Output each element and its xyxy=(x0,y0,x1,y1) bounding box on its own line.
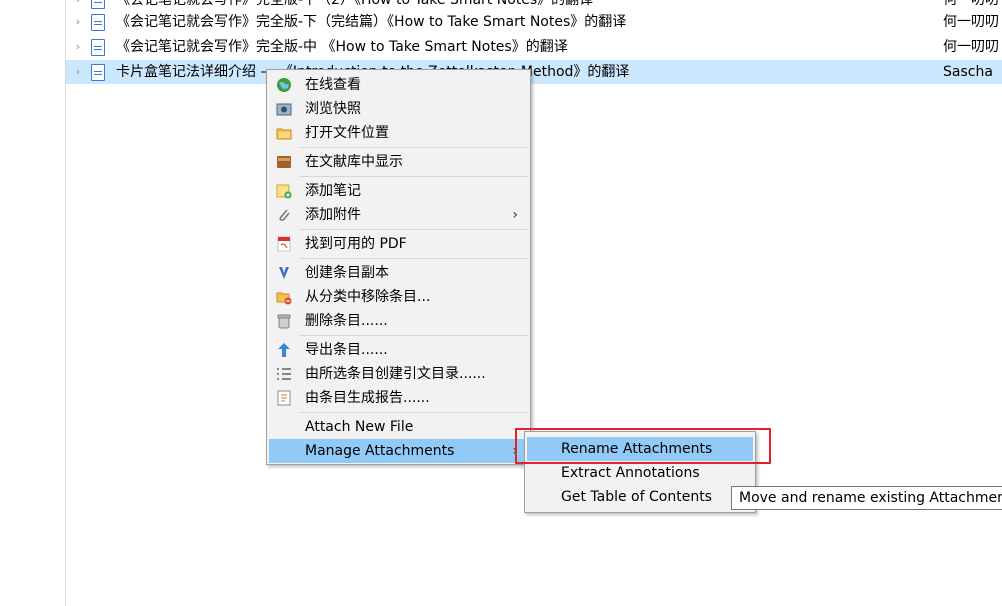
collections-pane[interactable] xyxy=(0,0,66,606)
menu-item-label: Attach New File xyxy=(305,419,414,435)
menu-item-view-online[interactable]: 在线查看 xyxy=(269,73,528,97)
menu-item-show-file[interactable]: 打开文件位置 xyxy=(269,121,528,145)
menu-item-export-item[interactable]: 导出条目...... xyxy=(269,338,528,362)
menu-item-label: 在线查看 xyxy=(305,77,361,93)
menu-item-create-bibliography[interactable]: 由所选条目创建引文目录...... xyxy=(269,362,528,386)
item-creator: Sascha xyxy=(943,64,993,80)
menu-item-extract-annotations[interactable]: Extract Annotations xyxy=(527,461,753,485)
document-icon xyxy=(91,14,105,31)
menu-item-label: Get Table of Contents xyxy=(561,489,712,505)
report-icon xyxy=(276,390,292,406)
document-icon xyxy=(91,64,105,81)
snapshot-icon xyxy=(276,101,292,117)
items-list[interactable]: › 《会记笔记就会写作》完全版-下（2）《How to Take Smart N… xyxy=(66,0,1002,606)
duplicate-icon xyxy=(276,265,292,281)
menu-item-add-attachment[interactable]: 添加附件 › xyxy=(269,203,528,227)
menu-item-label: 打开文件位置 xyxy=(305,125,389,141)
menu-item-duplicate-item[interactable]: 创建条目副本 xyxy=(269,261,528,285)
menu-item-label: 添加笔记 xyxy=(305,183,361,199)
menu-item-label: 添加附件 xyxy=(305,207,361,223)
list-icon xyxy=(276,366,292,382)
menu-separator xyxy=(299,229,528,230)
pdf-icon xyxy=(276,236,292,252)
chevron-right-icon[interactable]: › xyxy=(72,10,84,34)
folder-remove-icon xyxy=(276,289,292,305)
item-title: 《会记笔记就会写作》完全版-中 《How to Take Smart Notes… xyxy=(116,39,568,55)
menu-item-find-pdf[interactable]: 找到可用的 PDF xyxy=(269,232,528,256)
tooltip: Move and rename existing Attachments xyxy=(731,486,1002,510)
list-item[interactable]: › 《会记笔记就会写作》完全版-中 《How to Take Smart Not… xyxy=(66,35,1002,59)
item-creator: 何一叨叨 xyxy=(943,39,999,55)
item-creator: 何一叨叨 xyxy=(943,14,999,30)
menu-item-label: 创建条目副本 xyxy=(305,265,389,281)
chevron-right-icon[interactable]: › xyxy=(72,35,84,59)
list-item[interactable]: › 《会记笔记就会写作》完全版-下（完结篇）《How to Take Smart… xyxy=(66,10,1002,34)
menu-separator xyxy=(299,412,528,413)
export-arrow-icon xyxy=(276,342,292,358)
menu-item-attach-new-file[interactable]: Attach New File xyxy=(269,415,528,439)
library-icon xyxy=(276,154,292,170)
menu-item-add-note[interactable]: 添加笔记 xyxy=(269,179,528,203)
menu-item-label: 在文献库中显示 xyxy=(305,154,403,170)
highlight-annotation-box xyxy=(515,428,771,464)
document-icon xyxy=(91,0,105,9)
item-title: 《会记笔记就会写作》完全版-下（完结篇）《How to Take Smart N… xyxy=(116,14,627,30)
menu-item-label: 由所选条目创建引文目录...... xyxy=(305,366,486,382)
menu-separator xyxy=(299,176,528,177)
list-item-selected[interactable]: › 卡片盒笔记法详细介绍 — 《Introduction to the Zett… xyxy=(66,60,1002,84)
menu-item-label: Manage Attachments xyxy=(305,443,455,459)
menu-item-show-in-library[interactable]: 在文献库中显示 xyxy=(269,150,528,174)
folder-icon xyxy=(276,125,292,141)
menu-item-label: 导出条目...... xyxy=(305,342,388,358)
menu-item-label: 删除条目...... xyxy=(305,313,388,329)
menu-item-remove-from-collection[interactable]: 从分类中移除条目... xyxy=(269,285,528,309)
add-note-icon xyxy=(276,183,292,199)
menu-item-manage-attachments[interactable]: Manage Attachments › xyxy=(269,439,528,463)
chevron-right-icon[interactable]: › xyxy=(72,60,84,84)
paperclip-icon xyxy=(276,207,292,223)
menu-item-label: 从分类中移除条目... xyxy=(305,289,431,305)
menu-separator xyxy=(299,258,528,259)
menu-separator xyxy=(299,147,528,148)
menu-item-label: Extract Annotations xyxy=(561,465,700,481)
menu-item-label: 找到可用的 PDF xyxy=(305,236,407,252)
globe-icon xyxy=(276,77,292,93)
menu-item-generate-report[interactable]: 由条目生成报告...... xyxy=(269,386,528,410)
menu-item-view-snapshot[interactable]: 浏览快照 xyxy=(269,97,528,121)
document-icon xyxy=(91,39,105,56)
menu-separator xyxy=(299,335,528,336)
trash-icon xyxy=(276,313,292,329)
chevron-right-icon: › xyxy=(512,207,518,223)
item-context-menu: 在线查看 浏览快照 打开文件位置 在文献库中显示 添加笔记 添加附件 › 找到可… xyxy=(266,69,531,465)
menu-item-get-toc[interactable]: Get Table of Contents xyxy=(527,485,753,509)
menu-item-delete-item[interactable]: 删除条目...... xyxy=(269,309,528,333)
menu-item-label: 由条目生成报告...... xyxy=(305,390,430,406)
menu-item-label: 浏览快照 xyxy=(305,101,361,117)
